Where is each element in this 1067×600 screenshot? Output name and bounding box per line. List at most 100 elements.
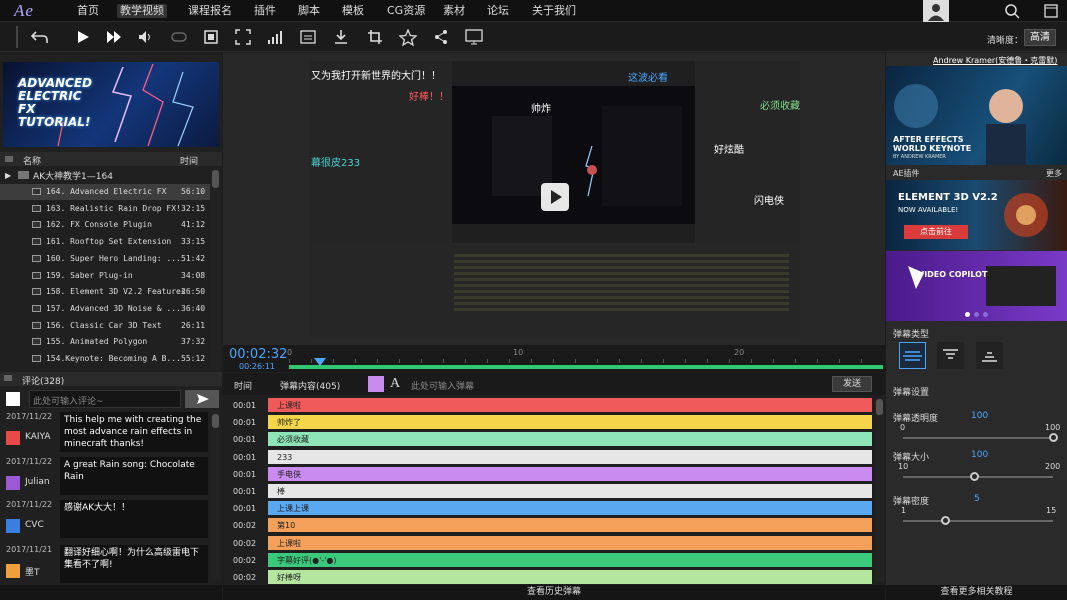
- nav-cg-resources[interactable]: CG资源: [384, 4, 428, 18]
- lesson-item[interactable]: 163. Realistic Rain Drop FX! 32:15: [0, 201, 210, 217]
- nav-tutorials[interactable]: 教学视频: [117, 4, 167, 18]
- danmaku-row[interactable]: 00:01 帅炸了: [223, 415, 873, 430]
- nav-plugins[interactable]: 插件: [251, 4, 279, 18]
- nav-about[interactable]: 关于我们: [529, 4, 579, 18]
- author-link[interactable]: Andrew Kramer(安德鲁・克雷默): [933, 55, 1057, 66]
- next-button[interactable]: [104, 27, 124, 47]
- folder-label[interactable]: AK大神教学1—164: [33, 169, 113, 182]
- cast-button[interactable]: [464, 27, 484, 47]
- danmaku-row[interactable]: 00:01 上课啦: [223, 398, 873, 413]
- window-icon[interactable]: [1043, 3, 1059, 19]
- videocopilot-title: VIDEO COPILOT: [918, 270, 988, 279]
- lesson-item[interactable]: 160. Super Hero Landing: ... 51:42: [0, 251, 210, 267]
- nav-scripts[interactable]: 脚本: [295, 4, 323, 18]
- density-slider[interactable]: [903, 516, 1053, 525]
- more-link[interactable]: 更多: [1046, 168, 1062, 179]
- lesson-item[interactable]: 161. Rooftop Set Extension 33:15: [0, 234, 210, 250]
- comments-collapse-icon[interactable]: [4, 375, 12, 381]
- nav-home[interactable]: 首页: [74, 4, 102, 18]
- timeline-progress[interactable]: [289, 365, 883, 369]
- danmaku-row[interactable]: 00:02 字幕好评(●'-'●): [223, 552, 873, 568]
- lesson-item[interactable]: 157. Advanced 3D Noise & ... 36:40: [0, 301, 210, 317]
- user-avatar[interactable]: [923, 0, 949, 22]
- comment-user[interactable]: 墨T: [25, 565, 40, 578]
- danmaku-row[interactable]: 00:02 好棒呀: [223, 570, 873, 585]
- comment-date: 2017/11/22: [6, 457, 53, 466]
- center-play-button[interactable]: [541, 183, 569, 211]
- danmaku-send-button[interactable]: 发送: [832, 376, 872, 392]
- danmaku-input[interactable]: 此处可输入弹幕: [405, 375, 829, 393]
- share-button[interactable]: [431, 27, 451, 47]
- carousel-dot[interactable]: [974, 312, 979, 317]
- nav-courses[interactable]: 课程报名: [185, 4, 235, 18]
- size-slider-knob[interactable]: [969, 472, 979, 481]
- carousel-dot-active[interactable]: [965, 312, 970, 317]
- history-danmaku-link[interactable]: 查看历史弹幕: [223, 585, 885, 600]
- comment-scrollbar[interactable]: [211, 410, 220, 580]
- comment-user[interactable]: Julian: [25, 477, 50, 487]
- opacity-slider-knob[interactable]: [1049, 433, 1058, 442]
- danmaku-type-bottom[interactable]: [976, 342, 1003, 369]
- comment-checkbox[interactable]: [6, 392, 20, 406]
- subtitle-button[interactable]: [298, 27, 318, 47]
- lesson-item[interactable]: 156. Classic Car 3D Text 26:11: [0, 318, 210, 334]
- density-min: 1: [901, 506, 907, 515]
- search-icon[interactable]: [1004, 3, 1020, 19]
- lesson-list-scrollbar[interactable]: [211, 168, 220, 368]
- element3d-ad[interactable]: [886, 180, 1067, 250]
- lesson-item[interactable]: 155. Animated Polygon 37:32: [0, 334, 210, 350]
- comment-input[interactable]: 此处可输入评论~: [29, 390, 181, 408]
- stats-button[interactable]: [265, 27, 285, 47]
- danmaku-row[interactable]: 00:01 233: [223, 449, 873, 465]
- scroll-thumb[interactable]: [876, 399, 883, 415]
- ae-logo[interactable]: Ae: [14, 1, 34, 21]
- quality-select[interactable]: 高清: [1024, 29, 1056, 46]
- danmaku-row[interactable]: 00:01 必须收藏: [223, 432, 873, 447]
- comment-send-button[interactable]: [185, 390, 219, 408]
- loop-button[interactable]: [169, 27, 189, 47]
- danmaku-row[interactable]: 00:02 第10: [223, 518, 873, 533]
- lesson-item[interactable]: 159. Saber Plug-in 34:08: [0, 268, 210, 284]
- danmaku-type-scroll[interactable]: [899, 342, 926, 369]
- nav-forum[interactable]: 论坛: [484, 4, 512, 18]
- danmaku-row[interactable]: 00:01 上课上课: [223, 501, 873, 516]
- danmaku-message: 好棒！！: [409, 92, 449, 103]
- danmaku-row[interactable]: 00:01 棒: [223, 484, 873, 499]
- related-tutorials-link[interactable]: 查看更多相关教程: [886, 585, 1067, 600]
- carousel-dot[interactable]: [983, 312, 988, 317]
- element3d-cta-button[interactable]: 点击前往: [904, 225, 968, 239]
- favorite-button[interactable]: [398, 27, 418, 47]
- lesson-item[interactable]: 158. Element 3D V2.2 Features 26:50: [0, 284, 210, 300]
- nav-assets[interactable]: 素材: [440, 4, 468, 18]
- lesson-item[interactable]: 162. FX Console Plugin 41:12: [0, 217, 210, 233]
- danmaku-row[interactable]: 00:01 手电侠: [223, 466, 873, 482]
- playhead[interactable]: [314, 358, 326, 371]
- scroll-thumb[interactable]: [212, 414, 219, 428]
- opacity-slider[interactable]: [903, 433, 1058, 442]
- folder-caret-icon[interactable]: ▶: [5, 171, 11, 180]
- fullscreen-button[interactable]: [233, 27, 253, 47]
- danmaku-row[interactable]: 00:02 上课啦: [223, 535, 873, 551]
- videocopilot-ad[interactable]: [886, 251, 1067, 321]
- back-button[interactable]: [30, 27, 50, 47]
- danmaku-scrollbar[interactable]: [875, 397, 884, 582]
- lesson-title: 157. Advanced 3D Noise & ...: [46, 303, 181, 313]
- volume-button[interactable]: [136, 27, 156, 47]
- danmaku-color-picker[interactable]: [368, 376, 384, 392]
- danmaku-type-top[interactable]: [937, 342, 964, 369]
- size-slider[interactable]: [903, 472, 1053, 481]
- align-top-icon: [943, 349, 958, 359]
- density-slider-knob[interactable]: [941, 516, 950, 525]
- comment-user[interactable]: KAIYA: [25, 432, 51, 442]
- play-button[interactable]: [73, 27, 93, 47]
- comment-user[interactable]: CVC: [25, 520, 44, 530]
- user-color-badge: [6, 519, 20, 533]
- crop-button[interactable]: [365, 27, 385, 47]
- lesson-item[interactable]: 154.Keynote: Becoming A B... 55:12: [0, 351, 210, 367]
- fit-button[interactable]: [201, 27, 221, 47]
- nav-templates[interactable]: 模板: [339, 4, 367, 18]
- scroll-thumb[interactable]: [212, 170, 219, 188]
- lesson-item[interactable]: 164. Advanced Electric FX 56:10: [0, 184, 210, 200]
- download-button[interactable]: [331, 27, 351, 47]
- font-style-button[interactable]: A: [390, 376, 400, 392]
